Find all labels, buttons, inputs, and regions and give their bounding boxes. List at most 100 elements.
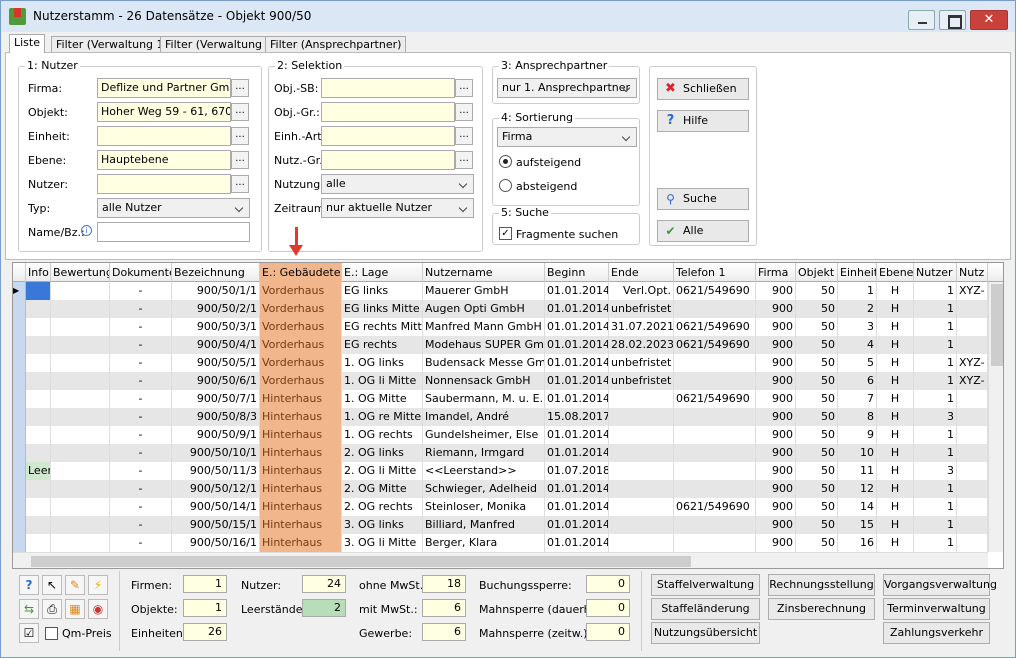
table-cell[interactable]: H: [877, 336, 914, 354]
table-cell[interactable]: 5: [838, 354, 877, 372]
table-cell[interactable]: 3. OG li Mitte: [342, 534, 423, 552]
column-header[interactable]: Ebene: [877, 263, 914, 282]
nutzer-browse-button[interactable]: ...: [231, 175, 249, 193]
staffelaenderung-button[interactable]: Staffeländerung: [651, 598, 760, 620]
table-cell[interactable]: Billiard, Manfred: [423, 516, 545, 534]
table-cell[interactable]: [26, 354, 51, 372]
table-cell[interactable]: 11: [838, 462, 877, 480]
table-cell[interactable]: 9: [838, 426, 877, 444]
column-header[interactable]: Beginn: [545, 263, 609, 282]
table-row[interactable]: ▶ -900/50/1/1 Vorderhaus EG links Mauerer Gm…: [13, 282, 988, 300]
table-cell[interactable]: 01.01.2014: [545, 426, 609, 444]
row-selector[interactable]: [13, 462, 26, 480]
table-cell[interactable]: [957, 444, 988, 462]
table-cell[interactable]: Schwieger, Adelheid: [423, 480, 545, 498]
table-cell[interactable]: Leer: [26, 462, 51, 480]
objgr-browse-button[interactable]: ...: [455, 103, 473, 121]
table-cell[interactable]: 1: [914, 300, 957, 318]
row-selector[interactable]: [13, 480, 26, 498]
grid-color-icon[interactable]: ▦: [65, 599, 85, 619]
table-cell[interactable]: 28.02.2023: [609, 336, 674, 354]
table-cell[interactable]: [51, 318, 110, 336]
row-selector[interactable]: [13, 516, 26, 534]
table-cell[interactable]: [51, 480, 110, 498]
table-cell[interactable]: 900/50/9/1: [172, 426, 260, 444]
table-cell[interactable]: -: [110, 408, 172, 426]
zahlungsverkehr-button[interactable]: Zahlungsverkehr: [883, 622, 990, 644]
table-cell[interactable]: H: [877, 372, 914, 390]
firma-browse-button[interactable]: ...: [231, 79, 249, 97]
table-cell[interactable]: 900/50/10/1: [172, 444, 260, 462]
table-cell[interactable]: Vorderhaus: [260, 354, 342, 372]
table-cell[interactable]: 0621/549690: [674, 336, 756, 354]
table-cell[interactable]: Gundelsheimer, Else: [423, 426, 545, 444]
table-cell[interactable]: 1: [914, 534, 957, 552]
nutzgr-browse-button[interactable]: ...: [455, 151, 473, 169]
table-cell[interactable]: [26, 372, 51, 390]
table-cell[interactable]: [957, 498, 988, 516]
row-selector[interactable]: [13, 426, 26, 444]
vorgangsverwaltung-button[interactable]: Vorgangsverwaltung: [883, 574, 997, 596]
aufsteigend-radio[interactable]: [499, 155, 512, 168]
table-cell[interactable]: Augen Opti GmbH: [423, 300, 545, 318]
table-cell[interactable]: [26, 516, 51, 534]
table-cell[interactable]: 900: [756, 336, 796, 354]
table-cell[interactable]: 900/50/6/1: [172, 372, 260, 390]
table-cell[interactable]: 14: [838, 498, 877, 516]
table-cell[interactable]: 900/50/2/1: [172, 300, 260, 318]
table-cell[interactable]: -: [110, 444, 172, 462]
table-cell[interactable]: [957, 318, 988, 336]
vertical-scroll-thumb[interactable]: [991, 284, 1003, 366]
table-cell[interactable]: 2. OG rechts: [342, 498, 423, 516]
table-row[interactable]: -900/50/2/1 Vorderhaus EG links Mitte Augen…: [13, 300, 988, 318]
table-cell[interactable]: 01.01.2014: [545, 318, 609, 336]
table-cell[interactable]: -: [110, 300, 172, 318]
table-cell[interactable]: 2. OG li Mitte: [342, 462, 423, 480]
table-cell[interactable]: unbefristet: [609, 354, 674, 372]
table-row[interactable]: -900/50/4/1 Vorderhaus EG rechts Modehaus S…: [13, 336, 988, 354]
table-cell[interactable]: 0621/549690: [674, 282, 756, 300]
help-icon[interactable]: ?: [19, 575, 39, 595]
table-cell[interactable]: [957, 408, 988, 426]
tab-liste[interactable]: Liste: [9, 34, 45, 53]
table-row[interactable]: -900/50/8/3 Hinterhaus 1. OG re Mitte Imand…: [13, 408, 988, 426]
table-cell[interactable]: [51, 534, 110, 552]
row-selector[interactable]: [13, 336, 26, 354]
column-header[interactable]: Info: [26, 263, 51, 282]
table-cell[interactable]: -: [110, 462, 172, 480]
table-cell[interactable]: [51, 336, 110, 354]
hilfe-button[interactable]: ? Hilfe: [657, 110, 749, 132]
table-cell[interactable]: 900: [756, 498, 796, 516]
table-cell[interactable]: 1: [914, 372, 957, 390]
table-cell[interactable]: 3. OG links: [342, 516, 423, 534]
table-cell[interactable]: [51, 282, 110, 300]
table-cell[interactable]: [674, 516, 756, 534]
objsb-field[interactable]: [321, 78, 455, 98]
row-selector[interactable]: ▶: [13, 282, 26, 300]
table-cell[interactable]: [51, 426, 110, 444]
table-cell[interactable]: -: [110, 516, 172, 534]
table-cell[interactable]: EG rechts: [342, 336, 423, 354]
table-cell[interactable]: 50: [796, 354, 838, 372]
table-cell[interactable]: 900/50/15/1: [172, 516, 260, 534]
rechnungsstellung-button[interactable]: Rechnungsstellung: [768, 574, 875, 596]
table-cell[interactable]: <<Leerstand>>: [423, 462, 545, 480]
palette-icon[interactable]: ◉: [88, 599, 108, 619]
table-cell[interactable]: 1: [914, 390, 957, 408]
row-selector[interactable]: [13, 498, 26, 516]
row-selector[interactable]: [13, 444, 26, 462]
table-cell[interactable]: 1: [914, 354, 957, 372]
table-cell[interactable]: 1: [914, 336, 957, 354]
table-cell[interactable]: H: [877, 480, 914, 498]
table-row[interactable]: -900/50/5/1 Vorderhaus 1. OG links Budensac…: [13, 354, 988, 372]
table-cell[interactable]: 900: [756, 372, 796, 390]
table-cell[interactable]: [957, 516, 988, 534]
table-cell[interactable]: H: [877, 354, 914, 372]
table-cell[interactable]: [51, 408, 110, 426]
table-cell[interactable]: 2: [838, 300, 877, 318]
table-row[interactable]: -900/50/6/1 Vorderhaus 1. OG li Mitte Nonne…: [13, 372, 988, 390]
vertical-scrollbar[interactable]: [988, 282, 1003, 552]
table-cell[interactable]: 31.07.2021: [609, 318, 674, 336]
table-cell[interactable]: 6: [838, 372, 877, 390]
table-cell[interactable]: 2. OG Mitte: [342, 480, 423, 498]
